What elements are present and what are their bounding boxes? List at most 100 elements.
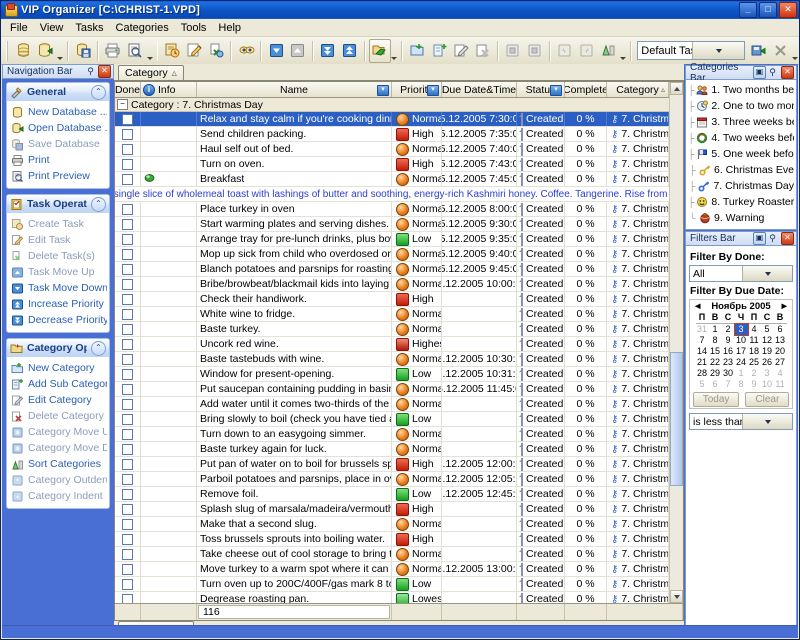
scrollbar-thumb[interactable] (670, 352, 683, 486)
table-row[interactable]: Move turkey to a warm spot where it can … (115, 562, 669, 577)
cell-done[interactable] (115, 277, 141, 291)
layout-combo[interactable]: Default Task View Layout (637, 41, 745, 60)
calendar-day[interactable]: 2 (722, 324, 735, 335)
nav-item-new-database[interactable]: New Database ... (11, 104, 107, 120)
category-indent-icon[interactable] (576, 39, 598, 63)
category-item[interactable]: ├ 1. Two months beforehand (688, 82, 794, 98)
menu-item-help[interactable]: Help (212, 21, 247, 35)
cell-done[interactable] (115, 382, 141, 396)
calendar-day[interactable]: 23 (722, 357, 735, 368)
nav-item-delete-task[interactable]: Delete Task(s) (11, 248, 107, 264)
create-task-icon[interactable] (161, 39, 183, 63)
table-row[interactable]: Mop up sick from child who overdosed on … (115, 247, 669, 262)
category-move-down-icon[interactable] (524, 39, 546, 63)
open-database-icon[interactable] (34, 39, 56, 63)
cell-done[interactable] (115, 532, 141, 546)
new-category-icon[interactable] (406, 39, 428, 63)
decrease-priority-icon[interactable] (317, 39, 339, 63)
cell-done[interactable] (115, 502, 141, 516)
open-database-dropdown-icon[interactable] (56, 38, 64, 64)
calendar-day[interactable]: 10 (735, 335, 748, 346)
calendar-day[interactable]: 30 (722, 368, 735, 379)
delete-layout-icon[interactable] (769, 39, 791, 63)
footer-count-value[interactable]: 116 (198, 605, 390, 619)
cell-done[interactable] (115, 202, 141, 216)
calendar-day[interactable]: 13 (774, 335, 787, 346)
calendar-next-icon[interactable]: ► (780, 301, 789, 312)
nav-item-save-database[interactable]: Save Database (11, 136, 107, 152)
calendar-day[interactable]: 28 (696, 368, 709, 379)
sort-categories-icon[interactable] (598, 39, 620, 63)
done-checkbox[interactable] (122, 474, 133, 485)
nav-item-decrease-priority[interactable]: Decrease Priority (11, 312, 107, 328)
cell-done[interactable] (115, 307, 141, 321)
done-checkbox[interactable] (122, 369, 133, 380)
print-icon[interactable] (102, 39, 124, 63)
cell-done[interactable] (115, 562, 141, 576)
calendar-day[interactable]: 5 (696, 379, 709, 390)
category-item[interactable]: ├ 5. One week beforehand (688, 146, 794, 162)
done-checkbox[interactable] (122, 204, 133, 215)
chevron-up-icon[interactable]: ⌃ (91, 341, 106, 356)
chevron-down-icon[interactable] (742, 414, 792, 429)
nav-item-edit-category[interactable]: Edit Category (11, 392, 107, 408)
scroll-up-button[interactable] (670, 82, 683, 95)
filter-icon[interactable]: ▾ (377, 85, 389, 96)
table-row[interactable]: Put pan of water on to boil for brussels… (115, 457, 669, 472)
calendar-prev-icon[interactable]: ◄ (693, 301, 702, 312)
column-header-status[interactable]: Status ▾ (517, 82, 565, 97)
done-checkbox[interactable] (122, 564, 133, 575)
table-row[interactable]: Splash slug of marsala/madeira/vermouth/… (115, 502, 669, 517)
filter-by-done-select[interactable]: All (689, 265, 793, 282)
cell-done[interactable] (115, 157, 141, 171)
category-outdent-icon[interactable] (554, 39, 576, 63)
task-grid-rows[interactable]: − Category : 7. Christmas Day Relax and … (115, 98, 669, 603)
done-checkbox[interactable] (122, 519, 133, 530)
menu-item-tools[interactable]: Tools (175, 21, 213, 35)
category-item[interactable]: └ 9. Warning (688, 210, 794, 226)
print-dropdown-icon[interactable] (146, 38, 154, 64)
column-header-due-date[interactable]: Due Date&Time (442, 82, 517, 97)
nav-item-create-task[interactable]: Create Task (11, 216, 107, 232)
done-checkbox[interactable] (122, 414, 133, 425)
done-checkbox[interactable] (122, 504, 133, 515)
nav-item-open-database[interactable]: Open Database ... (11, 120, 107, 136)
increase-priority-icon[interactable] (339, 39, 361, 63)
calendar-day[interactable]: 20 (774, 346, 787, 357)
calendar-day[interactable]: 9 (722, 335, 735, 346)
cell-done[interactable] (115, 487, 141, 501)
done-checkbox[interactable] (122, 489, 133, 500)
done-checkbox[interactable] (122, 129, 133, 140)
nav-item-add-sub-category[interactable]: Add Sub Category (11, 376, 107, 392)
cell-done[interactable] (115, 217, 141, 231)
nav-group-general-header[interactable]: General ⌃ (7, 83, 109, 101)
menu-item-categories[interactable]: Categories (110, 21, 175, 35)
edit-category-icon[interactable] (450, 39, 472, 63)
column-header-done[interactable]: Done (115, 82, 141, 97)
done-checkbox[interactable] (122, 324, 133, 335)
pin-icon[interactable]: ⚲ (85, 66, 96, 77)
new-database-icon[interactable] (12, 39, 34, 63)
clear-button[interactable]: Clear (745, 392, 789, 407)
calendar-day[interactable]: 6 (709, 379, 722, 390)
done-checkbox[interactable] (122, 534, 133, 545)
pin-icon[interactable]: ⚲ (767, 233, 778, 244)
cell-done[interactable] (115, 112, 141, 126)
column-header-info[interactable]: i Info (141, 82, 197, 97)
done-checkbox[interactable] (122, 279, 133, 290)
done-checkbox[interactable] (122, 549, 133, 560)
category-item[interactable]: ├ 8. Turkey Roasters' Notes (688, 194, 794, 210)
column-header-category[interactable]: Category ▵ (607, 82, 669, 97)
nav-group-category-operations-header[interactable]: Category Operati... ⌃ (7, 339, 109, 357)
cell-done[interactable] (115, 172, 141, 186)
done-checkbox[interactable] (122, 249, 133, 260)
calendar-day[interactable]: 10 (761, 379, 774, 390)
calendar-day[interactable]: 3 (735, 324, 748, 335)
calendar-day[interactable]: 12 (761, 335, 774, 346)
done-checkbox[interactable] (122, 234, 133, 245)
edit-task-icon[interactable] (183, 39, 205, 63)
table-row[interactable]: Turn oven up to 200C/400F/gas mark 8 to … (115, 577, 669, 592)
layout-dropdown-icon[interactable] (791, 38, 799, 64)
done-checkbox[interactable] (122, 399, 133, 410)
table-row[interactable]: Baste turkey again for luck.NormalCreate… (115, 442, 669, 457)
